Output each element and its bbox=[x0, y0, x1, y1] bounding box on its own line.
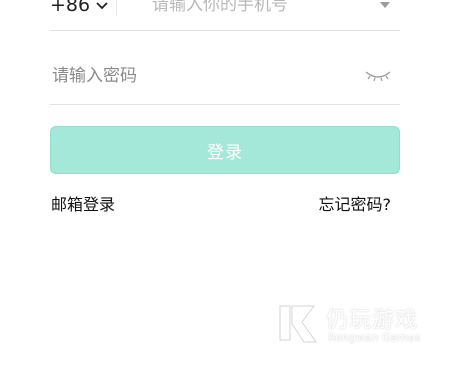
watermark-subtitle: Rengwan Games bbox=[328, 331, 421, 344]
login-button-label: 登录 bbox=[207, 142, 243, 163]
field-divider bbox=[116, 0, 117, 16]
eye-closed-icon[interactable] bbox=[364, 69, 392, 83]
country-code-selector[interactable]: +86 bbox=[50, 0, 108, 16]
phone-field-row: +86 bbox=[50, 0, 400, 31]
watermark-title: 仍玩游戏 bbox=[326, 308, 419, 333]
login-button[interactable]: 登录 bbox=[50, 126, 400, 174]
email-login-link[interactable]: 邮箱登录 bbox=[51, 191, 115, 215]
country-code-label: +86 bbox=[50, 0, 91, 16]
phone-input[interactable] bbox=[150, 0, 364, 16]
chevron-down-icon bbox=[96, 2, 108, 10]
watermark: 仍玩游戏 Rengwan Games bbox=[274, 300, 434, 350]
forgot-password-link[interactable]: 忘记密码? bbox=[319, 191, 392, 215]
rengwan-logo-icon bbox=[279, 305, 317, 343]
password-field-row bbox=[50, 55, 400, 105]
password-input[interactable] bbox=[50, 65, 354, 87]
caret-down-icon[interactable] bbox=[380, 2, 390, 8]
